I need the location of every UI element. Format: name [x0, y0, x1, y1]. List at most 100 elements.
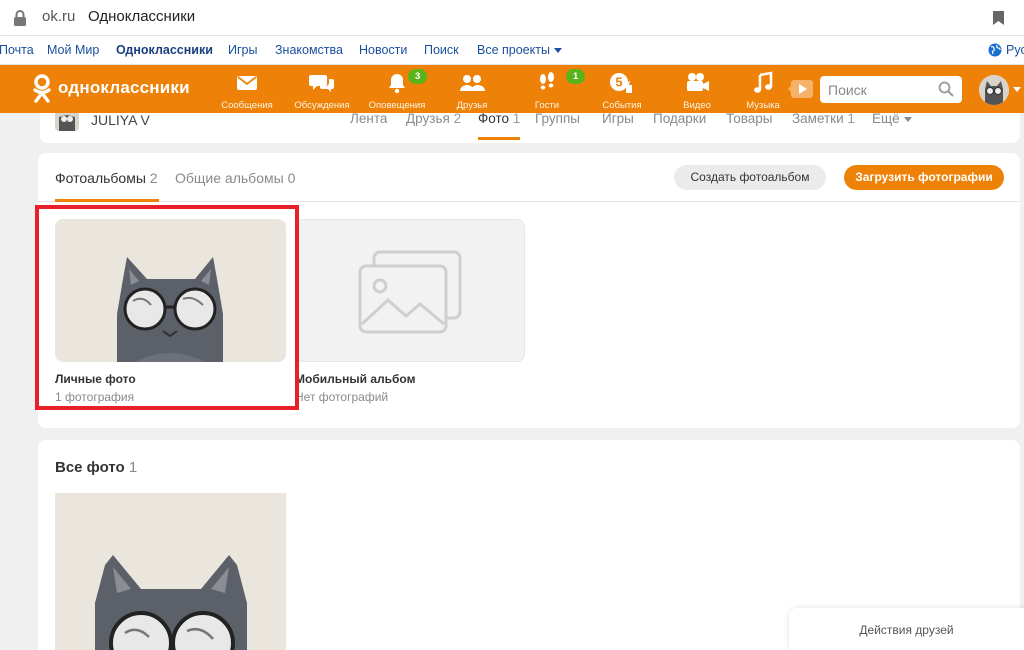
bookmark-icon[interactable]: [992, 10, 1005, 26]
tab-photo-albums-label: Фотоальбомы: [55, 170, 146, 186]
friends-activity-panel[interactable]: Действия друзей: [789, 608, 1024, 650]
tab-shared-albums-count: 0: [287, 170, 296, 186]
language-switch[interactable]: Рус: [1006, 43, 1024, 57]
photo-placeholder-icon: [358, 250, 462, 334]
footprints-icon: [540, 72, 554, 90]
nav-messages[interactable]: Сообщения: [210, 69, 284, 111]
profile-tab-notes-count: 1: [847, 113, 855, 126]
profile-tab-games-label: Игры: [602, 113, 634, 126]
project-link-all[interactable]: Все проекты: [477, 43, 562, 57]
upload-photos-button[interactable]: Загрузить фотографии: [844, 165, 1004, 190]
brand-name[interactable]: одноклассники: [58, 78, 190, 98]
all-projects-label: Все проекты: [477, 43, 550, 57]
nav-messages-label: Сообщения: [221, 100, 273, 111]
profile-tab-friends-label: Друзья: [406, 113, 450, 126]
music-note-icon: [754, 71, 773, 93]
chevron-down-icon: [903, 116, 912, 122]
search-icon[interactable]: [938, 81, 954, 97]
search-input[interactable]: [828, 80, 938, 99]
nav-guests[interactable]: 1 Гости: [510, 69, 586, 111]
friends-activity-label: Действия друзей: [859, 623, 954, 637]
profile-tab-goods-label: Товары: [726, 113, 773, 126]
profile-tab-photos-label: Фото: [478, 113, 510, 126]
profile-tab-notes-label: Заметки: [792, 113, 844, 126]
video-camera-icon: [687, 73, 709, 91]
profile-tab-friends-count: 2: [453, 113, 462, 126]
project-link-dating[interactable]: Знакомства: [275, 43, 343, 57]
main-toolbar: одноклассники Сообщения Обсуждения 3 Опо…: [0, 65, 1024, 113]
avatar-menu-chevron-icon[interactable]: [1013, 87, 1021, 92]
album-count-mobile: Нет фотографий: [295, 390, 389, 404]
create-album-button[interactable]: Создать фотоальбом: [674, 165, 826, 190]
nav-video[interactable]: Видео: [660, 69, 734, 111]
all-photos-heading: Все фото 1: [55, 459, 137, 476]
globe-icon: [988, 43, 1002, 57]
profile-tab-photos[interactable]: Фото 1: [478, 113, 520, 126]
chevron-down-icon: [553, 48, 562, 54]
album-title-mobile[interactable]: Мобильный альбом: [295, 372, 415, 386]
chat-bubbles-icon: [309, 75, 334, 92]
profile-tab-gifts-label: Подарки: [653, 113, 707, 126]
profile-tab-feed[interactable]: Лента: [350, 113, 387, 126]
albums-tabs-row: Фотоальбомы 2 Общие альбомы 0 Создать фо…: [38, 153, 1020, 202]
nav-notifications-label: Оповещения: [368, 100, 426, 111]
svg-text:5: 5: [615, 75, 622, 90]
project-link-ok[interactable]: Одноклассники: [116, 43, 213, 57]
nav-discussions[interactable]: Обсуждения: [285, 69, 359, 111]
cat-avatar-icon: [979, 75, 1009, 105]
profile-tab-photos-count: 1: [512, 113, 521, 126]
all-photos-heading-label: Все фото: [55, 459, 125, 476]
tab-shared-albums-label: Общие альбомы: [175, 170, 284, 186]
search-box[interactable]: [820, 76, 962, 103]
tab-photo-albums[interactable]: Фотоальбомы 2: [55, 170, 158, 186]
project-link-games[interactable]: Игры: [228, 43, 257, 57]
browser-address-bar: ok.ru Одноклассники: [0, 0, 1024, 36]
cat-avatar-icon: [55, 113, 79, 131]
profile-tab-games[interactable]: Игры: [602, 113, 634, 126]
nav-events[interactable]: 5 События: [585, 69, 659, 111]
nav-video-label: Видео: [683, 100, 711, 111]
page-title: Одноклассники: [88, 8, 196, 25]
photo-thumbnail[interactable]: [55, 493, 286, 650]
profile-tab-more-label: Ещё: [872, 113, 900, 126]
project-link-search[interactable]: Поиск: [424, 43, 459, 57]
albums-card: Фотоальбомы 2 Общие альбомы 0 Создать фо…: [35, 153, 1020, 428]
envelope-icon: [237, 76, 257, 90]
profile-tab-gifts[interactable]: Подарки: [653, 113, 706, 126]
nav-events-label: События: [602, 100, 642, 111]
lock-icon: [14, 10, 26, 26]
nav-friends-label: Друзья: [456, 100, 488, 111]
album-cover-mobile[interactable]: [295, 219, 525, 362]
all-photos-count: 1: [128, 459, 138, 476]
profile-name[interactable]: JULIYA V: [91, 113, 150, 128]
profile-tab-groups-label: Группы: [535, 113, 580, 126]
project-link-news[interactable]: Новости: [359, 43, 407, 57]
profile-avatar[interactable]: [55, 113, 79, 131]
cat-with-glasses-photo: [55, 493, 286, 650]
video-promo-icon[interactable]: [788, 77, 814, 101]
nav-discussions-label: Обсуждения: [294, 100, 350, 111]
albums-tab-underline: [55, 199, 159, 202]
nav-notifications[interactable]: 3 Оповещения: [360, 69, 434, 111]
nav-guests-label: Гости: [534, 100, 560, 111]
url-domain[interactable]: ok.ru: [42, 8, 75, 25]
events-five-icon: 5: [610, 73, 632, 93]
nav-friends[interactable]: Друзья: [435, 69, 509, 111]
profile-subnav: JULIYA V Лента Друзья 2 Фото 1 Группы Иг…: [40, 113, 1020, 143]
profile-tab-groups[interactable]: Группы: [535, 113, 580, 126]
ok-logo-icon[interactable]: [32, 74, 52, 104]
nav-music-label: Музыка: [746, 100, 780, 111]
project-links-bar: Почта Мой Мир Одноклассники Игры Знакомс…: [0, 36, 1024, 65]
notifications-badge: 3: [408, 69, 428, 84]
profile-tab-underline: [478, 137, 520, 140]
profile-tab-friends[interactable]: Друзья 2: [406, 113, 461, 126]
profile-tab-notes[interactable]: Заметки 1: [792, 113, 855, 126]
profile-tab-goods[interactable]: Товары: [726, 113, 772, 126]
highlight-frame: [35, 205, 299, 410]
profile-tab-more[interactable]: Ещё: [872, 113, 912, 126]
tab-shared-albums[interactable]: Общие альбомы 0: [175, 170, 295, 186]
project-link-mail[interactable]: Почта: [0, 43, 34, 57]
project-link-myworld[interactable]: Мой Мир: [47, 43, 99, 57]
friends-icon: [460, 75, 485, 91]
user-avatar[interactable]: [979, 75, 1009, 105]
